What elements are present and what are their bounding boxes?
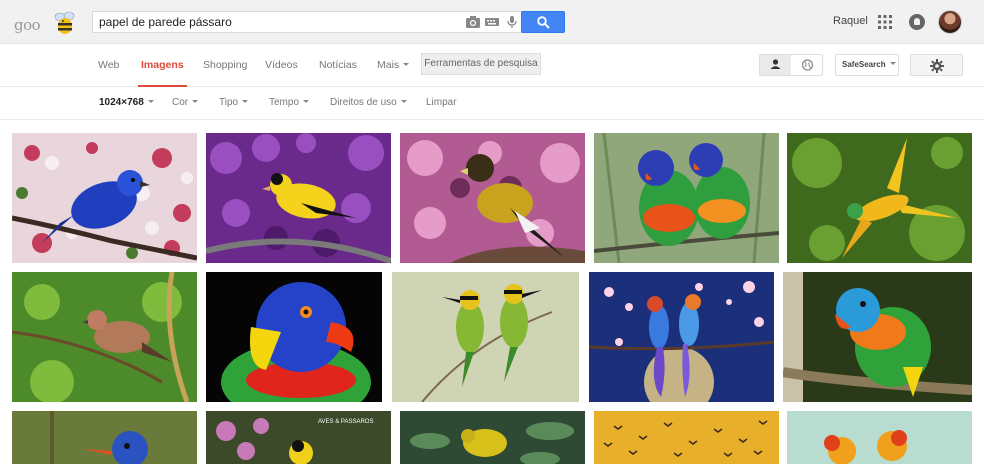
image-result-kingfisher-on-branch[interactable] [12,411,197,464]
tab-web[interactable]: Web [98,59,119,71]
filter-type[interactable]: Tipo [219,97,249,108]
settings-button[interactable] [910,54,963,76]
image-result-bluebird-cherry-blossoms[interactable] [12,133,197,263]
chevron-down-icon [147,100,154,103]
lorikeet-closeup-image [206,272,382,402]
image-result-two-bee-eaters[interactable] [392,272,579,402]
search-tools-button[interactable]: Ferramentas de pesquisa [421,53,541,75]
bird-flowers-image: AVES & PASSAROS [206,411,391,464]
bee-eaters-image [392,272,579,402]
image-result-flock-at-sunset[interactable] [594,411,779,464]
chevron-down-icon [192,100,199,103]
microphone-icon[interactable] [505,16,519,28]
image-result-two-rainbow-lorikeets[interactable] [594,133,779,263]
search-icon [537,16,550,29]
image-result-sparrow-on-branch[interactable] [12,272,197,402]
tab-more[interactable]: Mais [377,59,410,71]
image-result-evening-grosbeak-pink-flowers[interactable] [400,133,585,263]
image-result-rainbow-lorikeet-closeup[interactable] [206,272,382,402]
chevron-down-icon [403,63,410,66]
globe-icon [801,59,814,71]
chevron-down-icon [303,100,310,103]
filter-size[interactable]: 1024×768 [99,97,154,108]
search-input[interactable] [99,12,459,32]
image-result-two-painted-birds-art[interactable] [589,272,774,402]
tab-shopping[interactable]: Shopping [203,59,247,71]
filter-usage-rights-label: Direitos de uso [330,97,397,108]
chevron-down-icon [889,62,896,65]
image-results-grid: AVES & PASSAROS [0,121,984,464]
grosbeak-image [400,133,585,263]
lorikeet-branch-image [783,272,972,402]
image-result-yellow-parrot-flying[interactable] [787,133,972,263]
avatar[interactable] [938,10,962,34]
search-tabs-bar: Web Imagens Shopping Vídeos Notícias Mai… [0,45,984,87]
tab-videos[interactable]: Vídeos [265,59,298,71]
watermark-text: AVES & PASSAROS [318,419,373,425]
orange-parrots-image [787,411,972,464]
image-result-lorikeet-on-branch[interactable] [783,272,972,402]
top-bar: goo papel de parede pássaro Raquel [0,0,984,44]
lorikeets-image [594,133,779,263]
gear-icon [930,59,944,73]
filter-size-label: 1024×768 [99,97,144,108]
flock-sunset-image [594,411,779,464]
image-result-two-orange-parrots[interactable] [787,411,972,464]
tab-images[interactable]: Imagens [138,59,187,87]
global-results-button[interactable] [792,55,823,75]
search-box [92,11,523,33]
filter-clear[interactable]: Limpar [426,97,457,108]
chevron-down-icon [242,100,249,103]
image-result-yellow-bird-in-leaves[interactable] [400,411,585,464]
chevron-down-icon [400,100,407,103]
filter-type-label: Tipo [219,97,239,108]
bluebird-image [12,133,197,263]
yellow-bird-image [400,411,585,464]
filter-time-label: Tempo [269,97,300,108]
tab-more-label: Mais [377,59,400,71]
filter-color-label: Cor [172,97,189,108]
bee-icon [54,11,75,34]
apps-grid-icon[interactable] [878,15,892,29]
filter-time[interactable]: Tempo [269,97,310,108]
yellow-parrot-image [787,133,972,263]
person-icon [770,59,781,69]
kingfisher-image [12,411,197,464]
personal-results-button[interactable] [760,55,791,75]
filter-color[interactable]: Cor [172,97,199,108]
filter-usage-rights[interactable]: Direitos de uso [330,97,407,108]
goldfinch-image [206,133,391,263]
logo-text: goo [14,16,41,34]
painted-birds-image [589,272,774,402]
user-name-link[interactable]: Raquel [833,15,868,27]
camera-icon[interactable] [466,16,480,28]
search-tools-filters: 1024×768 Cor Tipo Tempo Direitos de uso … [0,88,984,120]
search-button[interactable] [521,11,565,33]
safesearch-dropdown[interactable]: SafeSearch [835,54,899,76]
sparrow-image [12,272,197,402]
safesearch-label: SafeSearch [842,60,886,69]
notifications-bell-icon[interactable] [909,14,925,30]
image-result-bird-with-flowers[interactable]: AVES & PASSAROS [206,411,391,464]
tab-news[interactable]: Notícias [319,59,357,71]
keyboard-icon[interactable] [485,16,499,28]
image-result-goldfinch-purple-flowers[interactable] [206,133,391,263]
personal-results-toggle [759,54,823,76]
google-doodle-logo[interactable]: goo [14,7,76,37]
